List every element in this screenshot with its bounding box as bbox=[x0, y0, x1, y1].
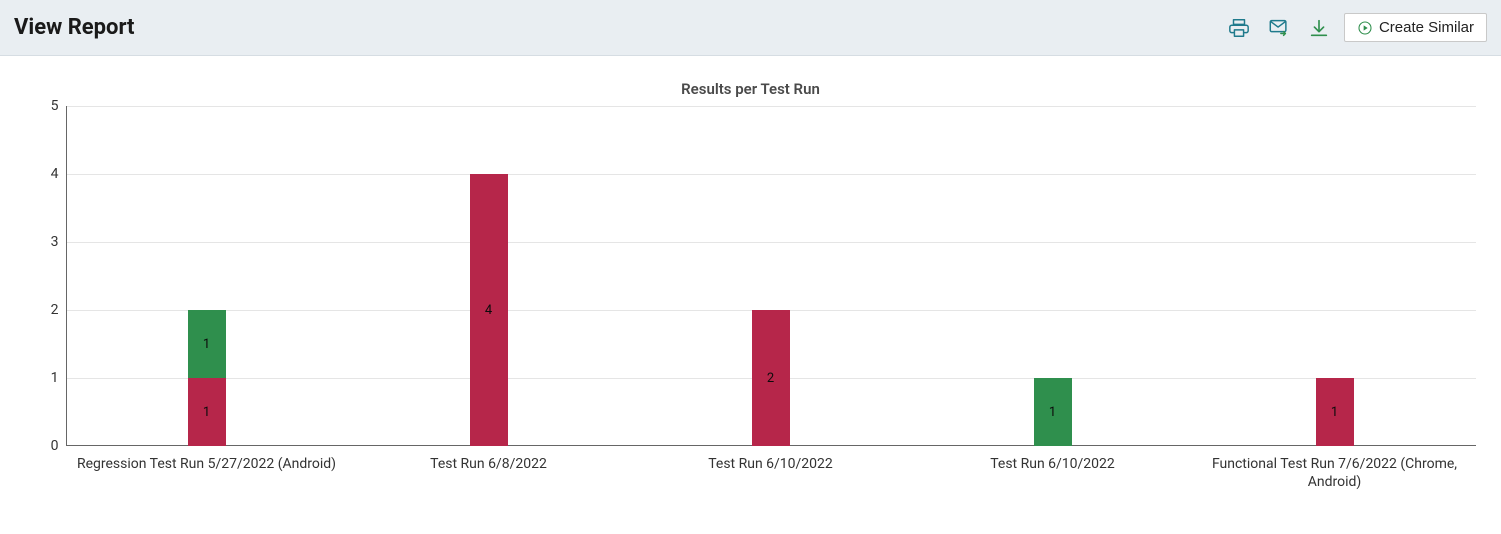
download-button[interactable] bbox=[1304, 13, 1334, 43]
create-similar-label: Create Similar bbox=[1379, 19, 1474, 36]
x-tick-label: Regression Test Run 5/27/2022 (Android) bbox=[66, 456, 348, 491]
y-tick-label: 3 bbox=[25, 234, 59, 250]
send-button[interactable] bbox=[1264, 13, 1294, 43]
bar-stack: 1 bbox=[1316, 378, 1354, 446]
bar-chart: 012345 114211 Regression Test Run 5/27/2… bbox=[21, 106, 1481, 526]
y-tick-label: 5 bbox=[25, 98, 59, 114]
bar-slot: 1 bbox=[1194, 106, 1476, 446]
bar-segment: 1 bbox=[1316, 378, 1354, 446]
bar-segment: 1 bbox=[188, 310, 226, 378]
page-title: View Report bbox=[14, 15, 135, 40]
mail-forward-icon bbox=[1268, 17, 1290, 39]
bar-stack: 1 bbox=[1034, 378, 1072, 446]
bar-stack: 4 bbox=[470, 174, 508, 446]
bar-slot: 4 bbox=[348, 106, 630, 446]
y-tick-label: 2 bbox=[25, 302, 59, 318]
x-tick-label: Test Run 6/10/2022 bbox=[630, 456, 912, 491]
create-similar-button[interactable]: Create Similar bbox=[1344, 13, 1487, 42]
play-circle-icon bbox=[1357, 20, 1373, 36]
y-tick-label: 1 bbox=[25, 370, 59, 386]
bars-group: 114211 bbox=[66, 106, 1476, 446]
y-tick-label: 0 bbox=[25, 438, 59, 454]
bar-segment: 4 bbox=[470, 174, 508, 446]
bar-stack: 2 bbox=[752, 310, 790, 446]
bar-segment: 2 bbox=[752, 310, 790, 446]
bar-segment: 1 bbox=[1034, 378, 1072, 446]
x-tick-label: Functional Test Run 7/6/2022 (Chrome, An… bbox=[1194, 456, 1476, 491]
bar-slot: 1 bbox=[912, 106, 1194, 446]
bar-slot: 2 bbox=[630, 106, 912, 446]
download-icon bbox=[1308, 17, 1330, 39]
x-tick-label: Test Run 6/10/2022 bbox=[912, 456, 1194, 491]
bar-slot: 11 bbox=[66, 106, 348, 446]
print-button[interactable] bbox=[1224, 13, 1254, 43]
x-tick-label: Test Run 6/8/2022 bbox=[348, 456, 630, 491]
header-bar: View Report bbox=[0, 0, 1501, 56]
chart-title: Results per Test Run bbox=[8, 80, 1493, 98]
toolbar: Create Similar bbox=[1224, 13, 1487, 43]
bar-stack: 11 bbox=[188, 310, 226, 446]
x-axis-labels: Regression Test Run 5/27/2022 (Android)T… bbox=[66, 456, 1476, 491]
y-tick-label: 4 bbox=[25, 166, 59, 182]
chart-container: Results per Test Run 012345 114211 Regre… bbox=[0, 56, 1501, 534]
print-icon bbox=[1228, 17, 1250, 39]
bar-segment: 1 bbox=[188, 378, 226, 446]
